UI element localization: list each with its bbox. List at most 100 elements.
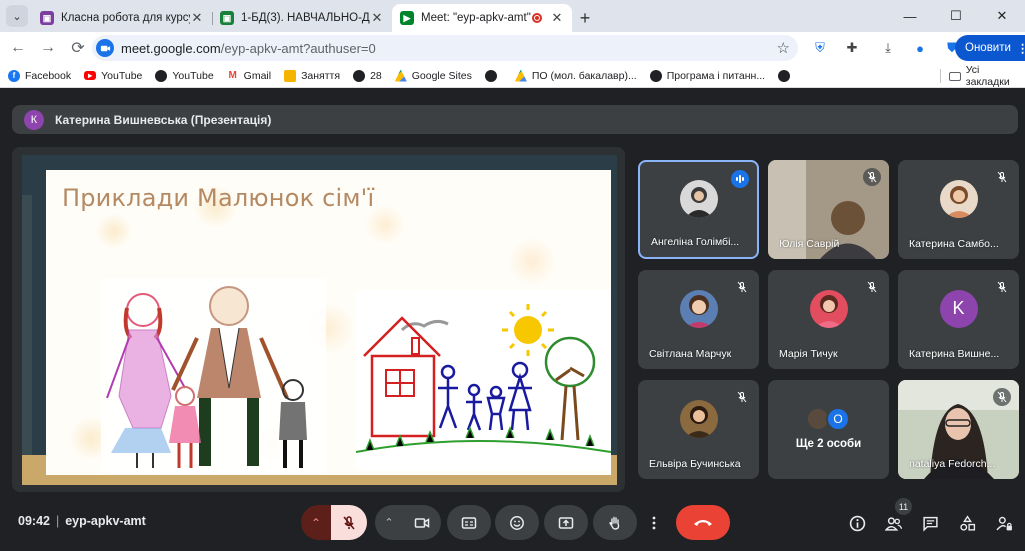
more-vert-icon: ⋮ <box>1016 43 1025 55</box>
meeting-info: 09:42 | eyp-apkv-amt <box>18 514 146 528</box>
url-text: meet.google.com/eyp-apkv-amt?authuser=0 <box>121 41 376 56</box>
family-drawing-house <box>356 290 611 470</box>
participant-avatar <box>679 399 718 438</box>
bookmark-item[interactable]: M Gmail <box>226 69 271 82</box>
minimize-icon[interactable]: — <box>887 0 933 32</box>
download-icon[interactable]: ⤓ <box>876 36 900 60</box>
participant-tile[interactable]: Світлана Марчук <box>638 270 759 369</box>
browser-tab-classroom[interactable]: ▣ Класна робота для курсу "1-БД ✕ <box>32 4 212 32</box>
browser-tab-course[interactable]: ▣ 1-БД(3). НАВЧАЛЬНО-ДОСЛІД ✕ <box>212 4 392 32</box>
participant-tile[interactable]: Юлія Саврій <box>768 160 889 259</box>
people-count-badge: 11 <box>895 498 912 515</box>
all-bookmarks-label: Усі закладки <box>965 64 1010 88</box>
address-bar[interactable]: meet.google.com/eyp-apkv-amt?authuser=0 … <box>92 35 798 61</box>
bookmark-item[interactable]: f Facebook <box>8 69 71 82</box>
bookmark-item[interactable]: YouTube <box>155 69 214 82</box>
participant-name: Марія Тичук <box>779 348 838 360</box>
hand-icon <box>609 516 620 530</box>
presentation-stage[interactable]: Приклади Малюнок сім'ї <box>12 147 625 492</box>
camera-permission-icon[interactable] <box>96 39 114 57</box>
bookmark-label: Програма і питанн... <box>666 69 766 82</box>
divider <box>940 69 941 83</box>
clock: 09:42 <box>18 514 50 528</box>
more-vert-icon <box>652 516 656 529</box>
shield-icon[interactable]: ⛨ <box>808 36 832 60</box>
bookmark-label: YouTube <box>101 69 143 82</box>
raise-hand-button[interactable] <box>593 505 637 540</box>
bookmark-label: YouTube <box>172 69 214 82</box>
toggle-microphone-button[interactable] <box>331 505 367 540</box>
presenter-label: Катерина Вишневська (Презентація) <box>55 112 272 127</box>
people-button[interactable] <box>882 512 904 534</box>
present-screen-icon <box>558 516 574 529</box>
bookmark-item[interactable] <box>484 69 502 82</box>
extension-icons: ⛨ ✚ ⤓ ● ⛊ <box>808 36 972 60</box>
update-button[interactable]: Оновити ⋮ <box>955 35 1025 61</box>
participant-tile[interactable]: nataliya Fedorch... <box>898 380 1019 479</box>
leave-call-button[interactable] <box>676 505 730 540</box>
bookmarks-bar: f Facebook ▸ YouTube YouTube M Gmail Занятт… <box>0 64 1025 88</box>
participant-tile[interactable]: Ангеліна Голімбі... <box>638 160 759 259</box>
mic-off-icon <box>733 388 751 406</box>
extensions-puzzle-icon[interactable]: ✚ <box>840 36 864 60</box>
plus-icon: + <box>579 7 591 28</box>
more-participants-label: Ще 2 особи <box>795 438 862 450</box>
participant-name: Юлія Саврій <box>779 238 840 250</box>
profile-icon[interactable]: ● <box>908 36 932 60</box>
maximize-icon[interactable]: ☐ <box>933 0 979 32</box>
audio-options-button[interactable]: ⌃ <box>301 505 331 540</box>
classroom-favicon-icon: ▣ <box>40 11 54 25</box>
captions-button[interactable] <box>447 505 491 540</box>
participant-tile[interactable]: Марія Тичук <box>768 270 889 369</box>
bookmark-item[interactable]: Заняття <box>284 69 341 82</box>
host-controls-button[interactable] <box>993 512 1015 534</box>
hang-up-icon <box>694 519 712 526</box>
globe-icon <box>155 69 168 82</box>
chevron-down-icon: ⌄ <box>12 10 22 23</box>
close-icon[interactable]: ✕ <box>370 10 384 26</box>
participant-tile[interactable]: Ельвіра Бучинська <box>638 380 759 479</box>
bookmark-item[interactable] <box>778 69 795 82</box>
video-options-button[interactable]: ⌃ <box>375 505 403 540</box>
participant-avatar: K <box>939 289 978 328</box>
tab-search-button[interactable]: ⌄ <box>6 5 28 27</box>
bookmark-item[interactable]: Google Sites <box>394 69 472 82</box>
more-participants-tile[interactable]: O Ще 2 особи <box>768 380 889 479</box>
gmail-icon: M <box>226 69 239 82</box>
activities-button[interactable] <box>956 512 978 534</box>
forward-arrow-icon[interactable]: → <box>34 34 62 62</box>
people-icon <box>884 516 902 531</box>
bookmark-item[interactable]: 28 <box>353 69 382 82</box>
bookmark-item[interactable]: ПО (мол. бакалавр)... <box>514 69 637 82</box>
bookmark-star-icon[interactable]: ☆ <box>777 39 790 57</box>
bookmark-label: Заняття <box>301 69 341 82</box>
close-icon[interactable]: ✕ <box>190 10 204 26</box>
new-tab-button[interactable]: + <box>572 4 598 32</box>
meet-favicon-icon: ▶ <box>400 11 414 25</box>
chat-button[interactable] <box>919 512 941 534</box>
meeting-details-button[interactable] <box>846 512 868 534</box>
drive-icon <box>514 69 527 82</box>
bookmark-item[interactable]: ▸ YouTube <box>84 70 142 82</box>
participant-tile[interactable]: Катерина Самбо... <box>898 160 1019 259</box>
classroom-favicon-icon: ▣ <box>220 11 234 25</box>
reactions-button[interactable] <box>495 505 539 540</box>
slide-frame: Приклади Малюнок сім'ї <box>22 155 617 485</box>
close-icon[interactable]: ✕ <box>550 10 564 26</box>
meeting-code: eyp-apkv-amt <box>65 514 146 528</box>
close-window-icon[interactable]: ✕ <box>979 0 1025 32</box>
participant-name: Катерина Вишне... <box>909 348 1000 360</box>
participant-tile[interactable]: K Катерина Вишне... <box>898 270 1019 369</box>
facebook-icon: f <box>8 69 20 82</box>
more-options-button[interactable] <box>643 505 665 540</box>
toggle-camera-button[interactable] <box>403 505 441 540</box>
participant-avatar: O <box>826 407 850 431</box>
present-screen-button[interactable] <box>544 505 588 540</box>
all-bookmarks-button[interactable]: Усі закладки <box>940 64 1025 88</box>
bookmark-item[interactable]: Програма і питанн... <box>649 69 766 82</box>
back-arrow-icon[interactable]: ← <box>4 34 32 62</box>
browser-tab-meet[interactable]: ▶ Meet: "eyp-apkv-amt" ✕ <box>392 4 572 32</box>
reload-icon[interactable]: ⟳ <box>64 34 92 62</box>
activities-shapes-icon <box>959 514 975 531</box>
presentation-banner: К Катерина Вишневська (Презентація) <box>12 105 1018 134</box>
